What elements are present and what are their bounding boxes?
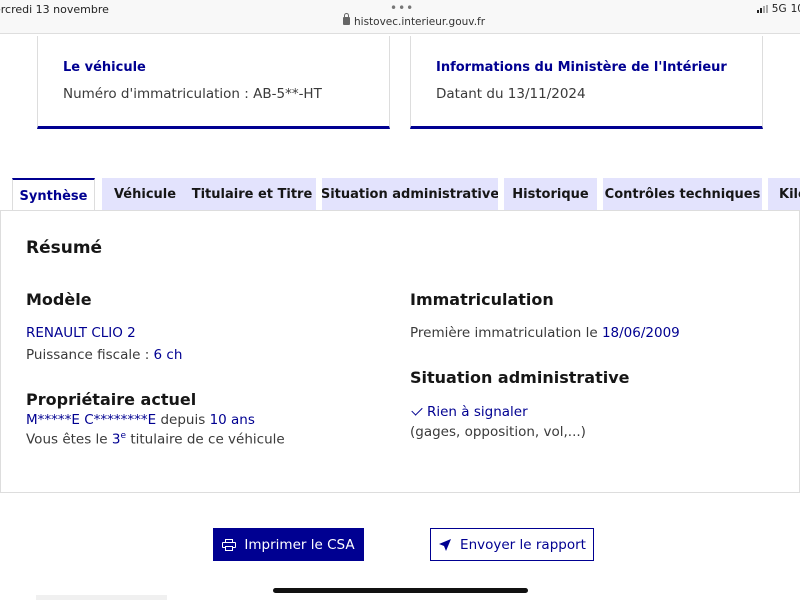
admin-details: (gages, opposition, vol,...) xyxy=(410,424,586,440)
first-registration: Première immatriculation le 18/06/2009 xyxy=(410,325,680,341)
owner-since-label: depuis xyxy=(156,412,210,428)
status-indicators: 5G 10 xyxy=(756,3,800,15)
model-heading: Modèle xyxy=(26,290,92,309)
tab-vehicule[interactable]: Véhicule xyxy=(102,178,188,211)
admin-status: Rien à signaler xyxy=(411,404,528,420)
battery-label: 10 xyxy=(790,3,800,15)
print-csa-label: Imprimer le CSA xyxy=(244,536,355,553)
synthese-panel: Résumé Modèle RENAULT CLIO 2 Puissance f… xyxy=(0,210,800,493)
send-report-label: Envoyer le rapport xyxy=(460,536,586,553)
summary-heading: Résumé xyxy=(26,238,103,258)
tab-historique[interactable]: Historique xyxy=(504,178,597,211)
admin-status-text: Rien à signaler xyxy=(427,404,528,420)
tab-synthese[interactable]: Synthèse xyxy=(12,178,95,212)
first-registration-label: Première immatriculation le xyxy=(410,325,602,341)
owner-rank: Vous êtes le 3e titulaire de ce véhicule xyxy=(26,431,285,448)
registration-heading: Immatriculation xyxy=(410,290,554,309)
owner-rank-prefix: Vous êtes le xyxy=(26,431,112,448)
owner-since-value: 10 ans xyxy=(209,412,255,428)
vehicle-card-title: Le véhicule xyxy=(63,60,146,75)
bottom-fragment xyxy=(36,595,167,600)
printer-icon xyxy=(222,538,237,551)
owner-name: M*****E C********E xyxy=(26,412,157,428)
owner-heading: Propriétaire actuel xyxy=(26,390,197,409)
url-text: histovec.interieur.gouv.fr xyxy=(354,16,486,28)
address-bar[interactable]: histovec.interieur.gouv.fr xyxy=(343,13,486,28)
send-report-button[interactable]: Envoyer le rapport xyxy=(430,528,594,561)
report-date: Datant du 13/11/2024 xyxy=(436,86,586,102)
fiscal-power-value: 6 ch xyxy=(153,347,183,363)
tab-controles-techniques[interactable]: Contrôles techniques xyxy=(603,178,762,211)
model-name: RENAULT CLIO 2 xyxy=(26,325,136,341)
owner-line: M*****E C********E depuis 10 ans xyxy=(26,412,255,428)
owner-rank-suffix: titulaire de ce véhicule xyxy=(126,431,285,448)
registration-number: Numéro d'immatriculation : AB-5**-HT xyxy=(63,86,322,102)
print-csa-button[interactable]: Imprimer le CSA xyxy=(213,528,364,561)
tab-kilometrage[interactable]: Kilo xyxy=(768,178,800,211)
owner-rank-number: 3 xyxy=(111,431,121,448)
status-bar: ercredi 13 novembre ••• histovec.interie… xyxy=(0,0,800,34)
check-icon xyxy=(411,404,423,416)
admin-heading: Situation administrative xyxy=(410,368,630,387)
ministry-card-title: Informations du Ministère de l'Intérieur xyxy=(436,60,727,75)
more-dots-icon[interactable]: ••• xyxy=(390,1,414,15)
tab-situation-administrative[interactable]: Situation administrative xyxy=(322,178,498,211)
lock-icon xyxy=(343,13,350,25)
network-label: 5G xyxy=(771,3,787,15)
fiscal-power-label: Puissance fiscale : xyxy=(26,347,154,363)
tab-titulaire[interactable]: Titulaire et Titre xyxy=(188,178,316,211)
signal-icon xyxy=(756,5,768,13)
fiscal-power: Puissance fiscale : 6 ch xyxy=(26,347,182,363)
send-icon xyxy=(439,538,452,551)
tab-list: Synthèse Véhicule Titulaire et Titre Sit… xyxy=(12,178,800,212)
first-registration-date: 18/06/2009 xyxy=(601,325,680,341)
status-date: ercredi 13 novembre xyxy=(0,3,109,16)
home-indicator[interactable] xyxy=(273,588,528,593)
vehicle-card: Le véhicule Numéro d'immatriculation : A… xyxy=(37,36,390,129)
ministry-card: Informations du Ministère de l'Intérieur… xyxy=(410,36,763,129)
